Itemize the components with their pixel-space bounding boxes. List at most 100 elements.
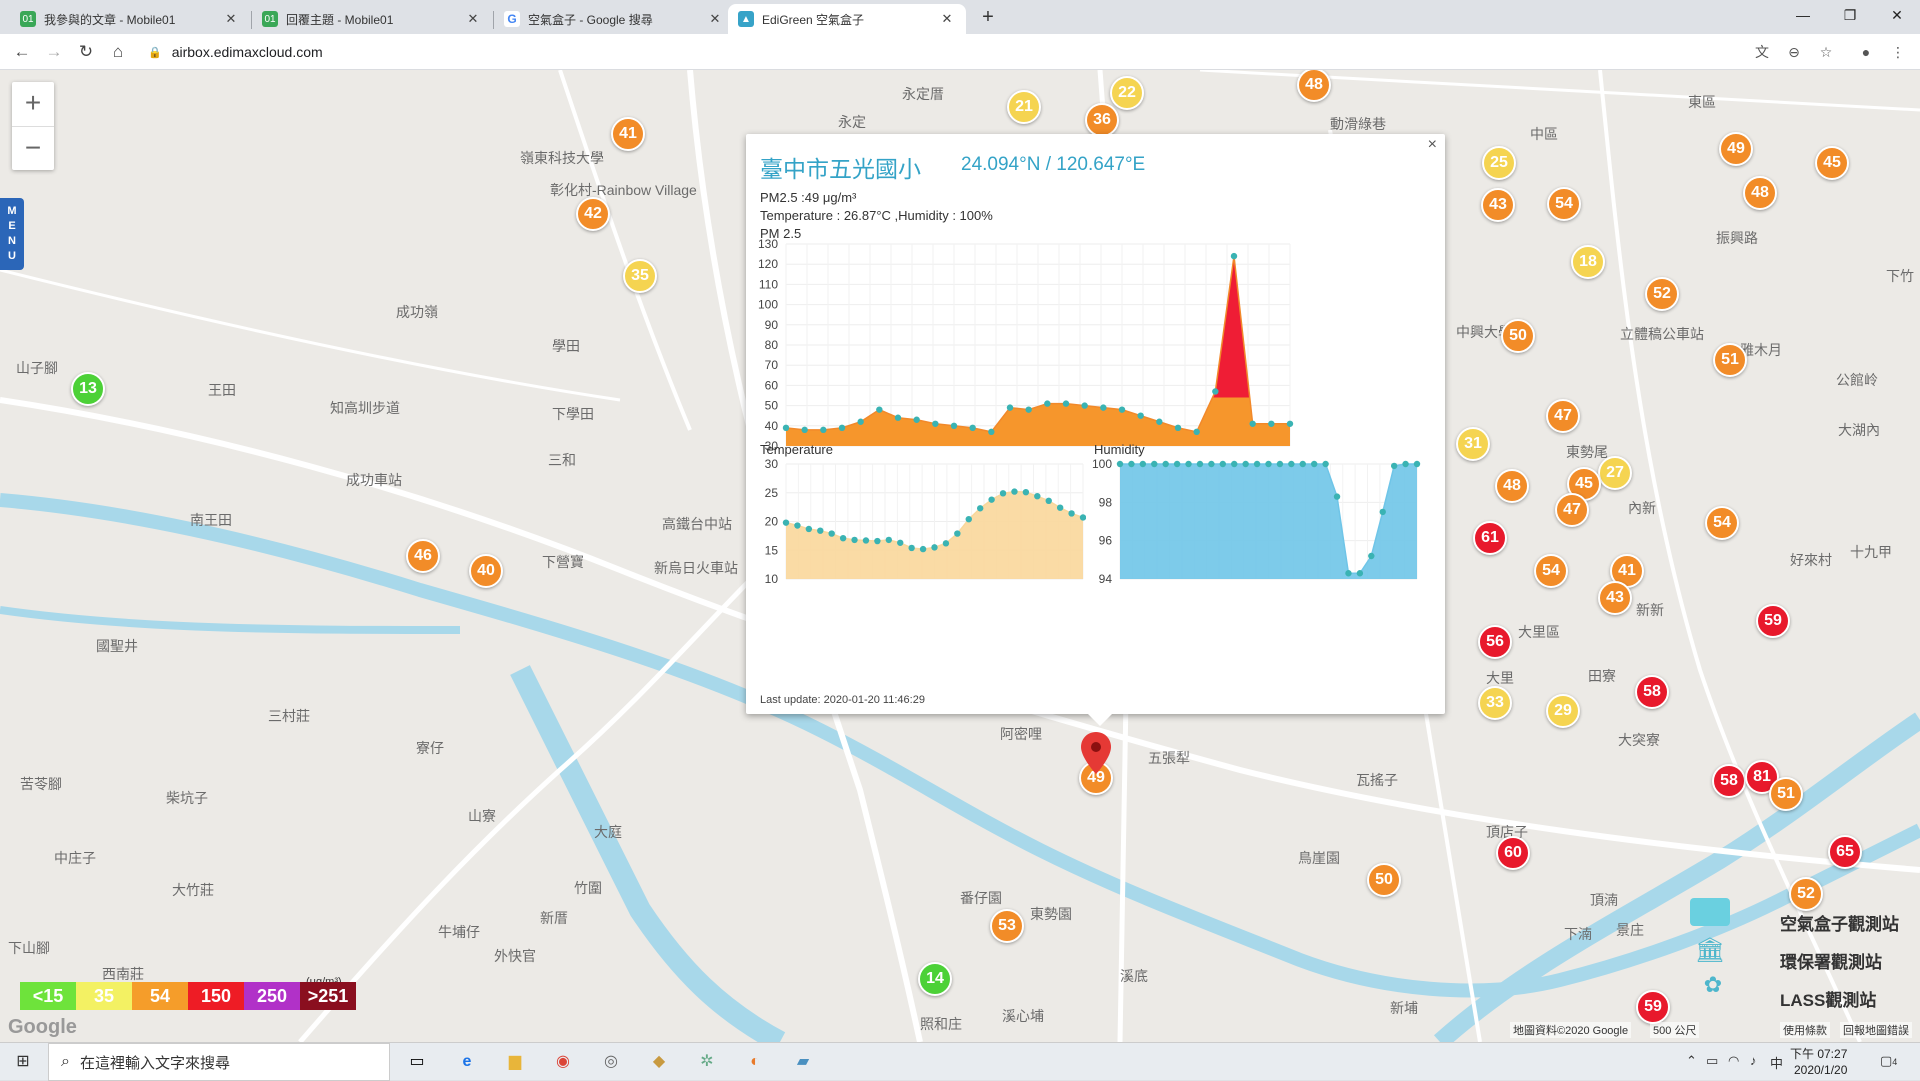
airbox-marker[interactable]: 48 [1743, 176, 1777, 210]
airbox-marker[interactable]: 59 [1756, 604, 1790, 638]
airbox-marker[interactable]: 45 [1815, 146, 1849, 180]
airbox-marker[interactable]: 51 [1713, 343, 1747, 377]
tab-edigreen-airbox[interactable]: ▲ EdiGreen 空氣盒子 ✕ [728, 4, 966, 34]
zoom-in-button[interactable]: + [12, 82, 54, 126]
airbox-marker[interactable]: 56 [1478, 625, 1512, 659]
y-tick-label: 120 [758, 257, 778, 271]
close-window-button[interactable]: ✕ [1874, 0, 1920, 30]
airbox-marker[interactable]: 54 [1705, 506, 1739, 540]
windows-start-icon[interactable]: ⊞ [8, 1047, 38, 1077]
more-menu-icon[interactable]: ⋮ [1886, 40, 1910, 64]
zoom-out-button[interactable]: − [12, 126, 54, 170]
airbox-marker[interactable]: 50 [1367, 863, 1401, 897]
restore-button[interactable]: ❐ [1827, 0, 1873, 30]
airbox-marker[interactable]: 48 [1495, 469, 1529, 503]
airbox-marker[interactable]: 13 [71, 372, 105, 406]
task-view-icon[interactable]: ▭ [402, 1047, 432, 1077]
tab-google-search[interactable]: G 空氣盒子 - Google 搜尋 ✕ [494, 4, 734, 34]
airbox-marker[interactable]: 51 [1769, 777, 1803, 811]
airbox-marker[interactable]: 52 [1789, 877, 1823, 911]
airbox-marker[interactable]: 22 [1110, 76, 1144, 110]
airbox-marker[interactable]: 46 [406, 539, 440, 573]
forward-button[interactable]: → [42, 40, 66, 64]
reload-button[interactable]: ↻ [74, 40, 98, 64]
airbox-marker[interactable]: 43 [1598, 581, 1632, 615]
chrome-icon[interactable]: ◉ [548, 1047, 578, 1077]
minimize-button[interactable]: — [1780, 0, 1826, 30]
airbox-marker[interactable]: 47 [1555, 493, 1589, 527]
tab-mobile01-articles[interactable]: 01 我參與的文章 - Mobile01 ✕ [10, 4, 250, 34]
airbox-marker[interactable]: 36 [1085, 103, 1119, 137]
airbox-marker[interactable]: 47 [1546, 399, 1580, 433]
airbox-marker[interactable]: 18 [1571, 245, 1605, 279]
file-explorer-icon[interactable]: ▆ [500, 1047, 530, 1077]
clock-date: 2020/1/20 [1793, 1063, 1848, 1077]
close-icon[interactable]: ✕ [706, 11, 724, 27]
airbox-marker[interactable]: 29 [1546, 694, 1580, 728]
airbox-marker[interactable]: 41 [611, 117, 645, 151]
airbox-marker[interactable]: 31 [1456, 427, 1490, 461]
zoom-icon[interactable]: ⊖ [1782, 40, 1806, 64]
ime-indicator[interactable]: 中 [1770, 1053, 1783, 1072]
airbox-marker[interactable]: 40 [469, 554, 503, 588]
app-icon[interactable]: ◎ [596, 1047, 626, 1077]
airbox-marker[interactable]: 58 [1712, 764, 1746, 798]
home-button[interactable]: ⌂ [106, 40, 130, 64]
airbox-marker[interactable]: 21 [1007, 90, 1041, 124]
tray-up-arrow-icon[interactable]: ⌃ [1686, 1053, 1697, 1069]
terms-link[interactable]: 使用條款 [1780, 1022, 1830, 1038]
edge-icon[interactable]: e [452, 1047, 482, 1077]
data-point [1268, 420, 1275, 427]
humidity-chart: 94 96 98 100 [1092, 457, 1421, 586]
close-popup-button[interactable]: × [1428, 136, 1437, 154]
airbox-marker[interactable]: 65 [1828, 835, 1862, 869]
airbox-marker[interactable]: 54 [1547, 187, 1581, 221]
airbox-marker[interactable]: 14 [918, 962, 952, 996]
report-map-error-link[interactable]: 回報地圖錯誤 [1840, 1022, 1912, 1038]
map-place-label: 永定 [838, 114, 866, 130]
airbox-marker[interactable]: 42 [576, 197, 610, 231]
close-icon[interactable]: ✕ [938, 11, 956, 27]
profile-avatar-icon[interactable]: ● [1854, 40, 1878, 64]
data-point [1193, 428, 1200, 436]
volume-icon[interactable]: ♪ [1750, 1053, 1757, 1068]
menu-tab[interactable]: M E N U [0, 198, 24, 270]
mobile01-favicon-icon: 01 [20, 11, 36, 27]
tab-mobile01-reply[interactable]: 01 回覆主題 - Mobile01 ✕ [252, 4, 492, 34]
bookmark-star-icon[interactable]: ☆ [1814, 40, 1838, 64]
app-icon[interactable]: ✲ [692, 1047, 722, 1077]
data-point [1034, 493, 1041, 500]
notification-icon[interactable]: ▢4 [1880, 1053, 1897, 1069]
selected-location-pin-icon[interactable] [1081, 732, 1111, 774]
translate-icon[interactable]: 文 [1750, 40, 1774, 64]
taskbar-search[interactable]: ⌕ 在這裡輸入文字來搜尋 [48, 1043, 390, 1081]
close-icon[interactable]: ✕ [464, 11, 482, 27]
airbox-marker[interactable]: 35 [623, 259, 657, 293]
system-clock[interactable]: 下午 07:27 2020/1/20 [1790, 1046, 1847, 1078]
close-icon[interactable]: ✕ [222, 11, 240, 27]
airbox-marker[interactable]: 53 [990, 909, 1024, 943]
new-tab-button[interactable]: + [976, 6, 1000, 30]
airbox-marker[interactable]: 54 [1534, 554, 1568, 588]
back-button[interactable]: ← [10, 40, 34, 64]
app-icon[interactable]: ◆ [644, 1047, 674, 1077]
airbox-marker[interactable]: 49 [1719, 132, 1753, 166]
airbox-marker[interactable]: 58 [1635, 675, 1669, 709]
pm25-reading: PM2.5 :49 μg/m³ [760, 190, 857, 205]
airbox-marker[interactable]: 33 [1478, 686, 1512, 720]
app-icon[interactable]: ▰ [788, 1047, 818, 1077]
airbox-marker[interactable]: 25 [1482, 146, 1516, 180]
address-bar[interactable]: 🔒 airbox.edimaxcloud.com [138, 39, 1770, 65]
airbox-marker[interactable]: 27 [1598, 456, 1632, 490]
map-place-label: 景庄 [1616, 922, 1644, 938]
map-area[interactable]: 永定厝 永定 中區 東區 動滑綠巷 彰化村-Rainbow Village 嶺東科技大學 成功… [0, 70, 1920, 1042]
data-point [894, 414, 902, 421]
airbox-marker[interactable]: 60 [1496, 836, 1530, 870]
airbox-marker[interactable]: 43 [1481, 188, 1515, 222]
app-icon[interactable]: ◐ [740, 1047, 770, 1077]
airbox-marker[interactable]: 52 [1645, 277, 1679, 311]
airbox-marker[interactable]: 59 [1636, 990, 1670, 1024]
airbox-marker[interactable]: 50 [1501, 319, 1535, 353]
data-point [1368, 552, 1375, 560]
airbox-marker[interactable]: 61 [1473, 521, 1507, 555]
